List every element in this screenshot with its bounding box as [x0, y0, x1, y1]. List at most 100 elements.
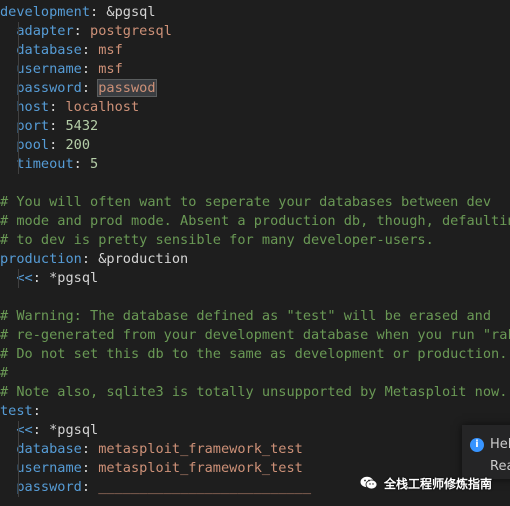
code-token: passwod [97, 79, 157, 97]
wechat-icon [360, 476, 378, 490]
code-line[interactable]: username: msf [0, 60, 510, 79]
indent-guide [18, 478, 19, 497]
indent-guide [18, 421, 19, 440]
code-token: : [81, 441, 99, 457]
code-token: : [49, 118, 66, 134]
code-token: database [16, 441, 82, 457]
indent-guide [18, 136, 19, 155]
code-token: : [49, 99, 66, 115]
code-token: 5 [90, 156, 99, 172]
code-token: 200 [65, 137, 91, 153]
notification-message: Rea [490, 459, 510, 474]
code-token: postgresql [90, 23, 172, 39]
code-token: # to dev is pretty sensible for many dev… [0, 232, 434, 248]
code-line[interactable]: adapter: postgresql [0, 22, 510, 41]
code-line[interactable] [0, 174, 510, 193]
code-line[interactable]: <<: *pgsql [0, 269, 510, 288]
code-token: username [16, 61, 82, 77]
code-token: *pgsql [49, 422, 99, 438]
code-token: password [16, 80, 82, 96]
code-line[interactable]: timeout: 5 [0, 155, 510, 174]
code-token: : [49, 137, 66, 153]
code-token: : [73, 23, 91, 39]
code-line[interactable]: <<: *pgsql [0, 421, 510, 440]
code-line[interactable] [0, 288, 510, 307]
code-token: : [81, 42, 99, 58]
code-token: : [81, 80, 99, 96]
code-line[interactable]: # re-generated from your development dat… [0, 326, 510, 345]
indent-guide [18, 41, 19, 60]
code-token: adapter [16, 23, 74, 39]
indent-guide [18, 459, 19, 478]
code-line[interactable]: host: localhost [0, 98, 510, 117]
indent-guide [18, 60, 19, 79]
code-token: # Note also, sqlite3 is totally unsuppor… [0, 384, 508, 400]
notification-toast[interactable]: i Hel Rea [462, 425, 510, 479]
indent-guide [18, 22, 19, 41]
code-line[interactable]: production: &production [0, 250, 510, 269]
code-editor[interactable]: development: &pgsql adapter: postgresql … [0, 0, 510, 506]
indent-guide [18, 117, 19, 136]
code-token: *pgsql [49, 270, 99, 286]
indent-guide [18, 98, 19, 117]
code-token: &pgsql [106, 4, 156, 20]
code-token: host [16, 99, 50, 115]
indent-guide [18, 155, 19, 174]
code-line[interactable]: test: [0, 402, 510, 421]
code-token: pool [16, 137, 50, 153]
code-line[interactable]: database: msf [0, 41, 510, 60]
info-icon: i [470, 438, 484, 452]
code-line[interactable]: # Warning: The database defined as "test… [0, 307, 510, 326]
code-line[interactable]: # Note also, sqlite3 is totally unsuppor… [0, 383, 510, 402]
code-token: database [16, 42, 82, 58]
indent-guide [18, 79, 19, 98]
code-line[interactable]: development: &pgsql [0, 3, 510, 22]
code-token: : [81, 460, 99, 476]
code-token: # re-generated from your development dat… [0, 327, 510, 343]
code-token: production [0, 251, 82, 267]
code-token: password [16, 479, 82, 495]
code-line[interactable]: # Do not set this db to the same as deve… [0, 345, 510, 364]
notification-title: Hel [490, 437, 510, 452]
code-token: : [81, 61, 99, 77]
code-line[interactable]: port: 5432 [0, 117, 510, 136]
code-line[interactable]: # to dev is pretty sensible for many dev… [0, 231, 510, 250]
code-token: # Do not set this db to the same as deve… [0, 346, 508, 362]
code-token: : [90, 4, 107, 20]
code-token: : [32, 403, 41, 419]
code-token: : [32, 270, 50, 286]
code-line[interactable]: password: passwod [0, 79, 510, 98]
code-token: development [0, 4, 91, 20]
code-line[interactable]: # [0, 364, 510, 383]
code-line[interactable]: pool: 200 [0, 136, 510, 155]
code-token: &production [98, 251, 189, 267]
indent-guide [18, 269, 19, 288]
code-token: # You will often want to seperate your d… [0, 194, 492, 210]
code-line[interactable]: # mode and prod mode. Absent a productio… [0, 212, 510, 231]
code-token: username [16, 460, 82, 476]
code-line[interactable]: # You will often want to seperate your d… [0, 193, 510, 212]
code-token: metasploit_framework_test [98, 441, 303, 457]
code-token: test [0, 403, 33, 419]
code-token: localhost [65, 99, 140, 115]
code-token: 5432 [65, 118, 99, 134]
code-token: metasploit_framework_test [98, 460, 303, 476]
code-token: timeout [16, 156, 74, 172]
code-line[interactable]: database: metasploit_framework_test [0, 440, 510, 459]
code-area[interactable]: development: &pgsql adapter: postgresql … [0, 3, 510, 497]
code-token: : [81, 251, 99, 267]
code-token: # Warning: The database defined as "test… [0, 308, 492, 324]
code-token: # mode and prod mode. Absent a productio… [0, 213, 510, 229]
code-token: msf [98, 42, 123, 58]
